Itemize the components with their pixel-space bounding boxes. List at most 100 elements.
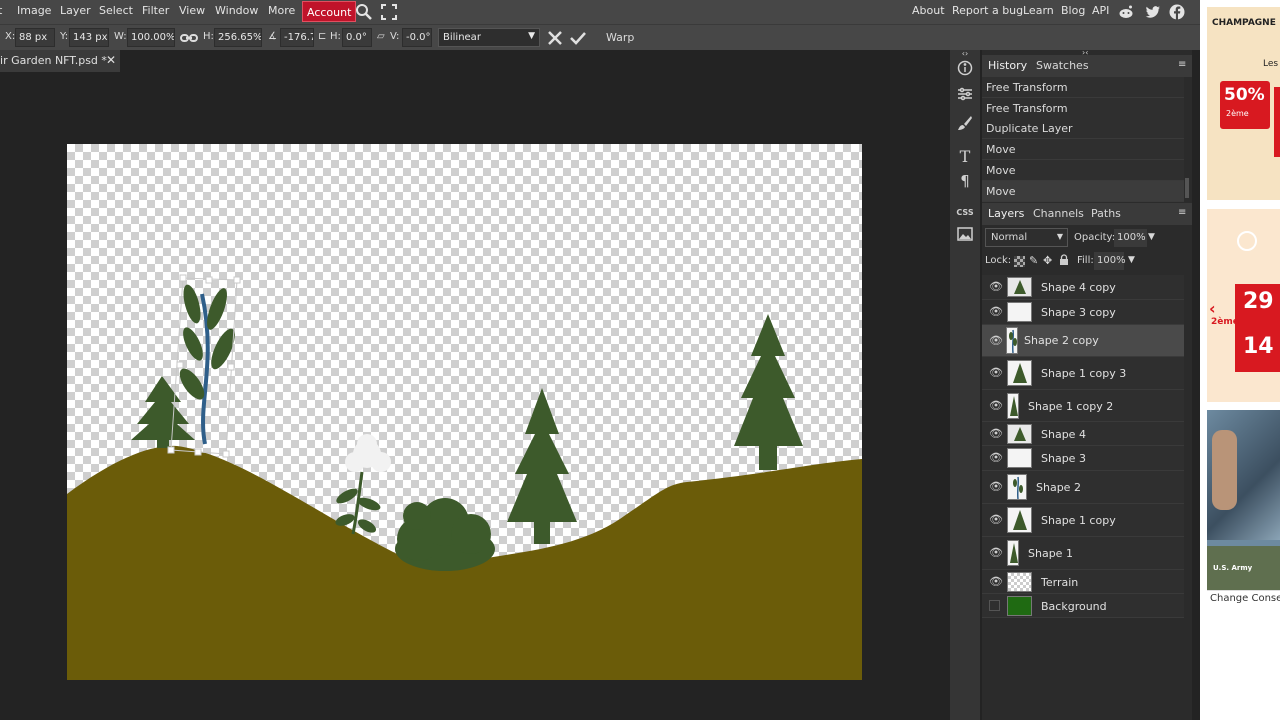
layer-name: Shape 2 [1036, 481, 1081, 494]
history-scrollbar[interactable] [1185, 178, 1189, 198]
layer-row[interactable]: 👁 Shape 2 copy [982, 325, 1184, 357]
search-icon[interactable] [355, 3, 373, 21]
account-button[interactable]: Account [302, 1, 357, 22]
skew-v-field[interactable]: -0.0° [402, 28, 432, 47]
ad-prev-arrow-icon[interactable]: ‹ [1209, 299, 1216, 318]
menu-window[interactable]: Window [215, 4, 258, 17]
paragraph-icon[interactable]: ¶ [955, 171, 975, 191]
change-consent-link[interactable]: Change Consent [1210, 593, 1280, 604]
collapse-arrows-icon[interactable]: ‹› [955, 50, 975, 58]
visibility-eye-icon[interactable]: 👁 [989, 335, 1003, 347]
skew-h-field[interactable]: 0.0° [342, 28, 372, 47]
layer-row[interactable]: 👁 Shape 4 copy [982, 275, 1184, 300]
menu-filter[interactable]: Filter [142, 4, 169, 17]
facebook-icon[interactable] [1169, 4, 1185, 20]
layer-row[interactable]: 👁 Terrain [982, 570, 1184, 594]
history-entry[interactable]: Move [982, 160, 1184, 181]
tab-swatches[interactable]: Swatches [1036, 59, 1089, 72]
blend-mode-select[interactable]: Normal ▼ [985, 228, 1068, 247]
menu-layer[interactable]: Layer [60, 4, 91, 17]
tab-channels[interactable]: Channels [1033, 207, 1084, 220]
champagne-ad[interactable]: CHAMPAGNE Les 50% 2ème [1207, 7, 1280, 200]
visibility-off-checkbox[interactable] [989, 600, 1000, 611]
history-entry[interactable]: Duplicate Layer [982, 118, 1184, 139]
css-icon[interactable]: CSS [955, 203, 975, 223]
visibility-eye-icon[interactable]: 👁 [989, 481, 1003, 493]
tab-layers[interactable]: Layers [988, 207, 1024, 220]
menu-select[interactable]: Select [99, 4, 133, 17]
close-icon[interactable]: ✕ [106, 53, 116, 67]
interpolation-select[interactable]: Bilinear ▼ [438, 28, 540, 47]
document-canvas[interactable] [67, 144, 862, 680]
twitter-icon[interactable] [1145, 4, 1161, 20]
panel-menu-icon[interactable]: ≡ [1178, 207, 1186, 218]
report-bug-link[interactable]: Report a bug [952, 4, 1023, 17]
fill-field[interactable]: 100% [1094, 252, 1126, 270]
layer-row[interactable]: 👁 Shape 4 [982, 422, 1184, 446]
layer-row[interactable]: 👁 Shape 2 [982, 471, 1184, 504]
history-entry[interactable]: Move [982, 181, 1184, 202]
tab-history[interactable]: History [988, 59, 1027, 72]
menu-view[interactable]: View [179, 4, 205, 17]
opacity-label: Opacity: [1074, 232, 1116, 243]
lock-move-icon[interactable]: ✥ [1043, 254, 1052, 267]
layer-row[interactable]: 👁 Shape 1 copy [982, 504, 1184, 537]
opacity-dropdown-icon[interactable]: ▼ [1148, 232, 1155, 242]
commit-transform-icon[interactable] [569, 29, 587, 47]
layer-row[interactable]: Background [982, 594, 1184, 618]
brush-icon[interactable] [955, 115, 975, 135]
menu-more[interactable]: More [268, 4, 295, 17]
lock-transparency-icon[interactable] [1014, 256, 1025, 267]
fill-dropdown-icon[interactable]: ▼ [1128, 255, 1135, 265]
image-icon[interactable] [955, 227, 975, 247]
visibility-eye-icon[interactable]: 👁 [989, 281, 1003, 293]
learn-link[interactable]: Learn [1023, 4, 1054, 17]
consent-bar[interactable]: Change Consent [1207, 590, 1280, 606]
visibility-eye-icon[interactable]: 👁 [989, 547, 1003, 559]
adjustments-icon[interactable] [955, 86, 975, 106]
document-tab-row: Fair Garden NFT.psd * ✕ [0, 50, 948, 72]
lock-all-icon[interactable] [1059, 254, 1069, 266]
rotation-angle-field[interactable]: -176.7 [280, 28, 314, 47]
video-ad[interactable]: U.S. Army Change Consent [1207, 410, 1280, 606]
layer-row[interactable]: 👁 Shape 3 [982, 446, 1184, 471]
text-tool-icon[interactable]: T [955, 147, 975, 167]
tab-paths[interactable]: Paths [1091, 207, 1121, 220]
menu-file-fragment[interactable]: t [0, 4, 2, 17]
lock-paint-icon[interactable]: ✎ [1029, 254, 1038, 267]
panel-menu-icon[interactable]: ≡ [1178, 59, 1186, 70]
height-field[interactable]: 256.65% [214, 28, 262, 47]
history-entry[interactable]: Free Transform [982, 77, 1184, 98]
layer-row[interactable]: 👁 Shape 1 copy 3 [982, 357, 1184, 390]
angle-icon: ∡ [268, 31, 277, 42]
visibility-eye-icon[interactable]: 👁 [989, 514, 1003, 526]
layer-row[interactable]: 👁 Shape 1 [982, 537, 1184, 570]
menu-image[interactable]: Image [17, 4, 51, 17]
visibility-eye-icon[interactable]: 👁 [989, 306, 1003, 318]
width-field[interactable]: 100.00% [127, 28, 175, 47]
info-icon[interactable] [955, 60, 975, 80]
api-link[interactable]: API [1092, 4, 1109, 17]
visibility-eye-icon[interactable]: 👁 [989, 428, 1003, 440]
opacity-field[interactable]: 100% [1114, 229, 1147, 247]
visibility-eye-icon[interactable]: 👁 [989, 576, 1003, 588]
y-position-field[interactable]: 143 px [69, 28, 109, 47]
x-position-field[interactable]: 88 px [15, 28, 55, 47]
about-link[interactable]: About [912, 4, 945, 17]
wine-ad[interactable]: ‹ 29 14 2ème [1207, 209, 1280, 402]
fullscreen-icon[interactable] [381, 4, 397, 20]
link-aspect-icon[interactable] [180, 31, 198, 45]
visibility-eye-icon[interactable]: 👁 [989, 400, 1003, 412]
layer-row[interactable]: 👁 Shape 3 copy [982, 300, 1184, 325]
layer-row[interactable]: 👁 Shape 1 copy 2 [982, 390, 1184, 422]
visibility-eye-icon[interactable]: 👁 [989, 452, 1003, 464]
document-tab[interactable]: Fair Garden NFT.psd * ✕ [0, 50, 120, 72]
visibility-eye-icon[interactable]: 👁 [989, 367, 1003, 379]
warp-button[interactable]: Warp [606, 31, 634, 44]
cancel-transform-icon[interactable] [546, 29, 564, 47]
history-entry[interactable]: Free Transform [982, 98, 1184, 119]
reddit-icon[interactable] [1118, 4, 1134, 20]
menu-bar: t Image Layer Select Filter View Window … [0, 0, 1200, 24]
history-entry[interactable]: Move [982, 139, 1184, 160]
blog-link[interactable]: Blog [1061, 4, 1085, 17]
